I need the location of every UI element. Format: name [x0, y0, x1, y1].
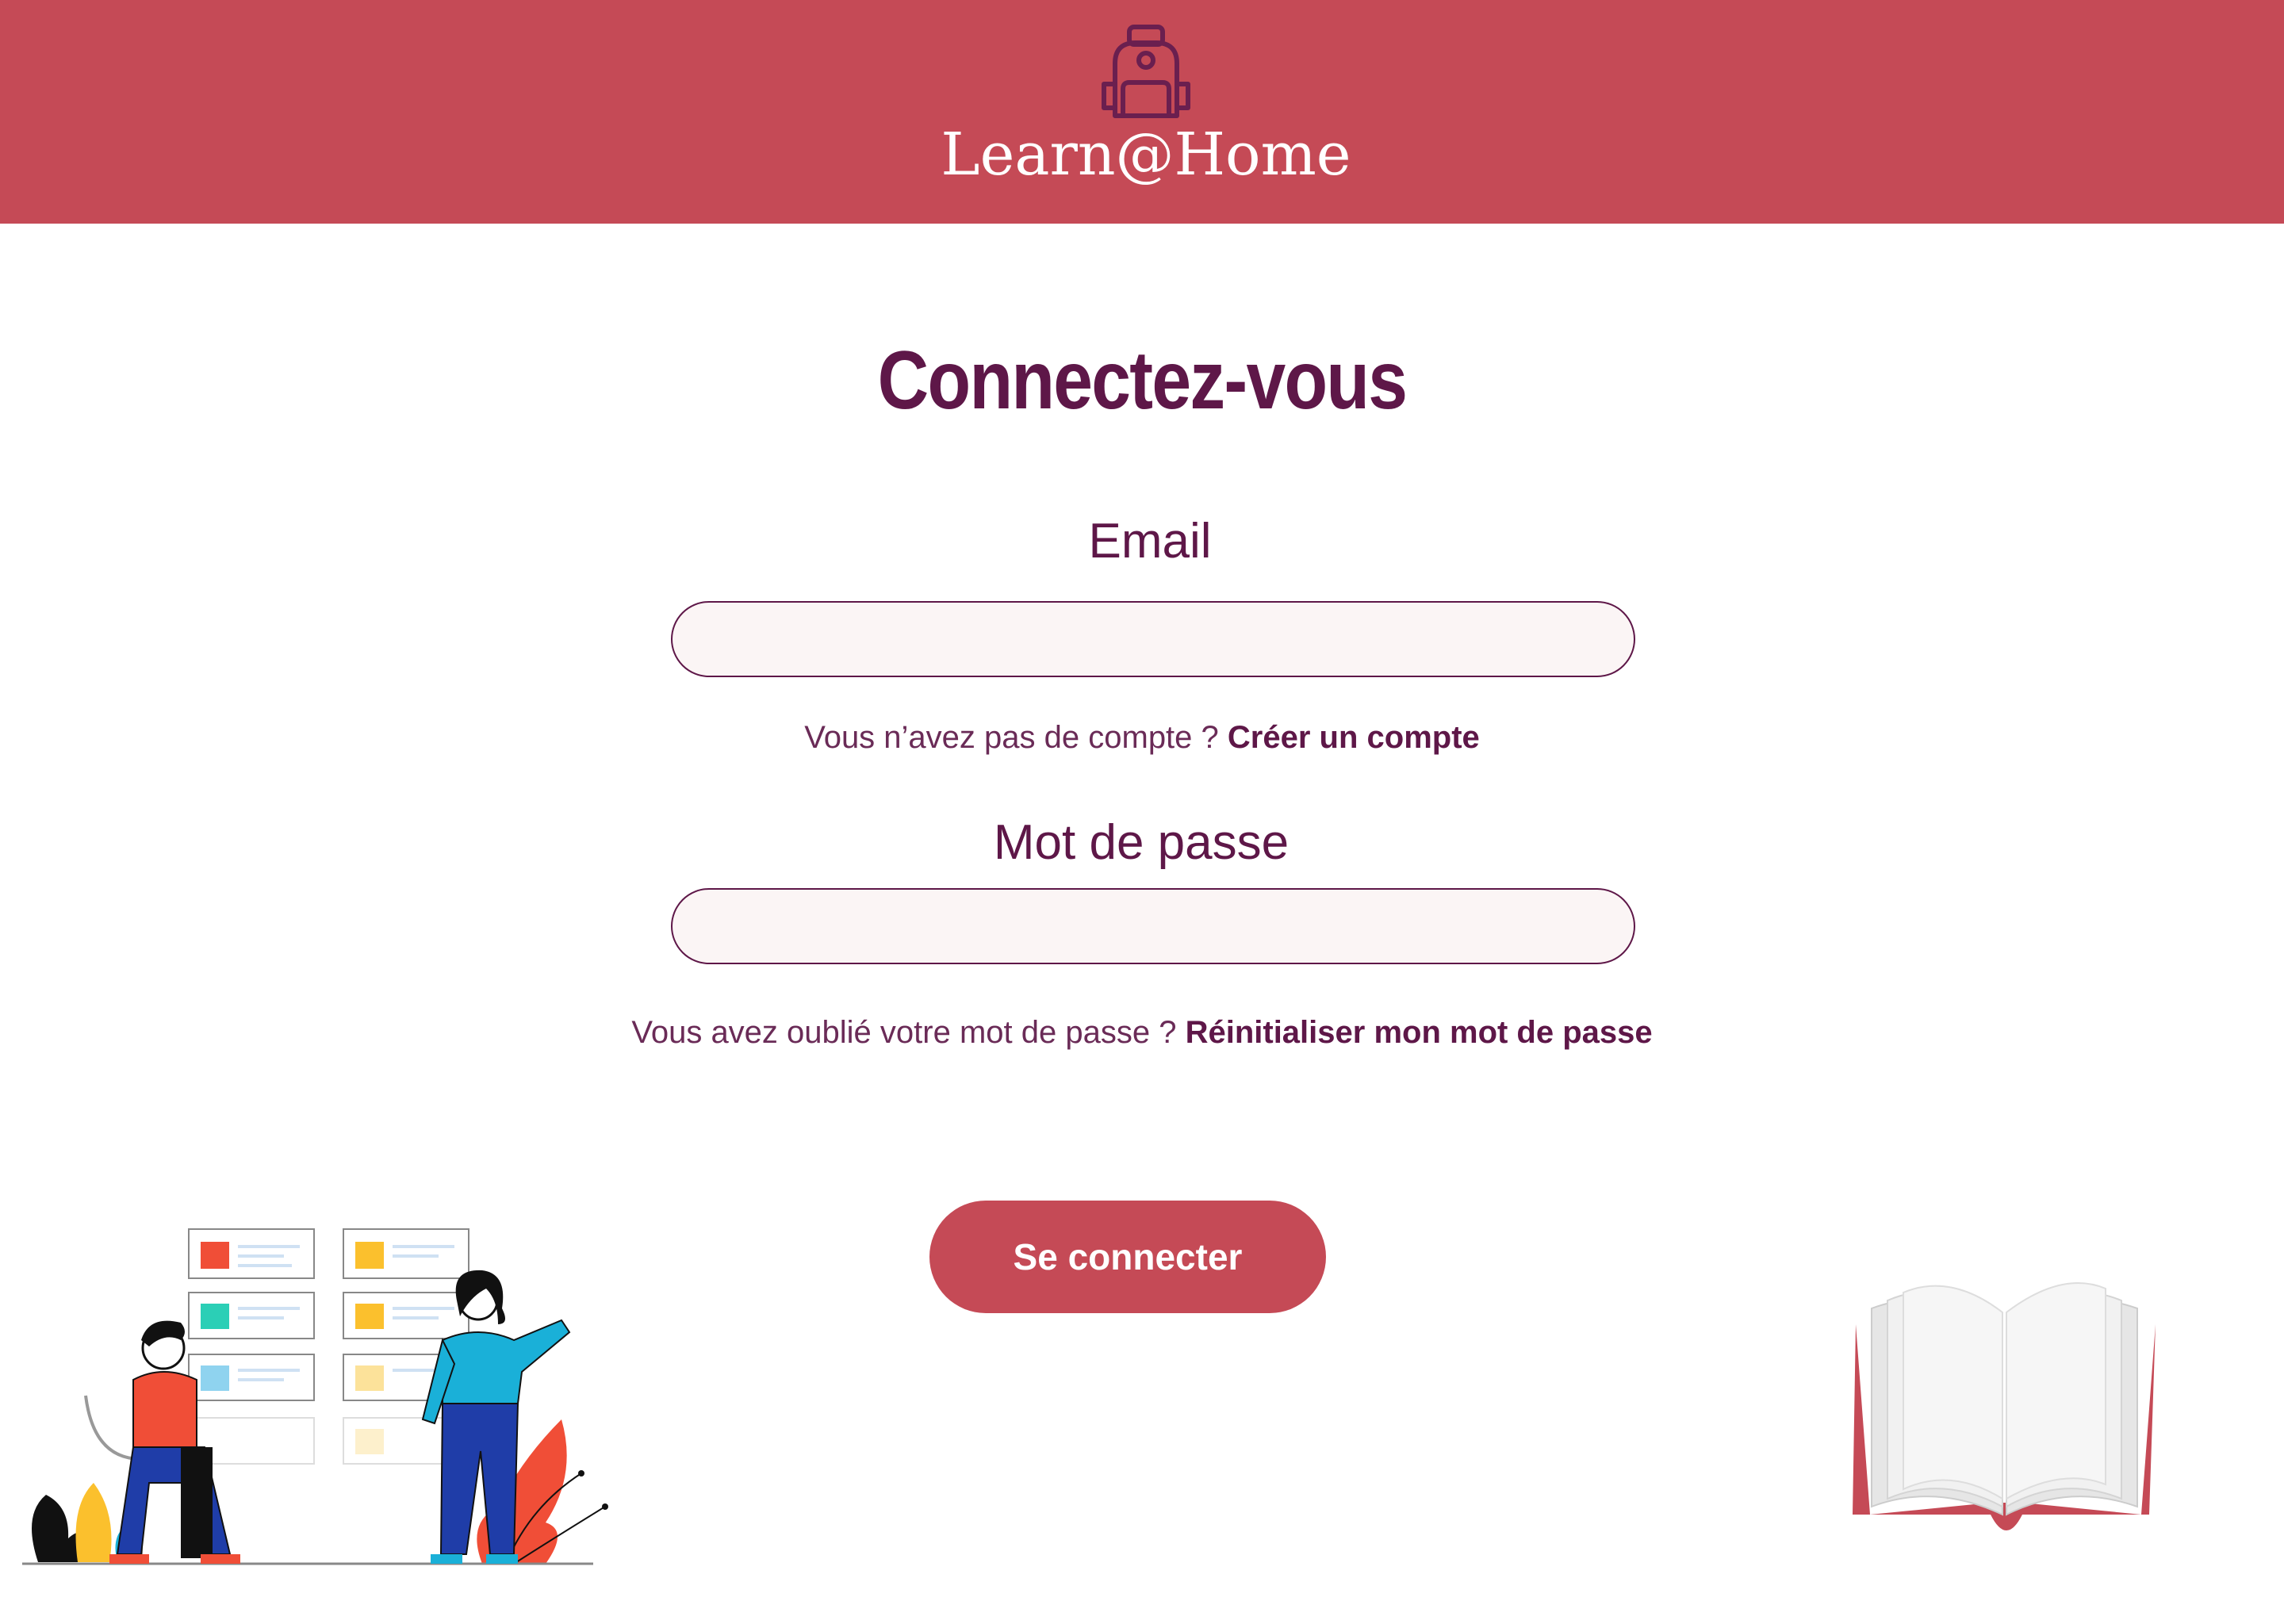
create-account-link[interactable]: Créer un compte [1228, 720, 1480, 755]
signup-prompt-text: Vous n’avez pas de compte ? [804, 720, 1219, 755]
email-label: Email [1088, 514, 1212, 569]
page-title: Connectez-vous [877, 335, 1408, 427]
open-book-illustration [1853, 1282, 2156, 1530]
app-header: Learn@Home [0, 0, 2284, 224]
reset-prompt-text: Vous avez oublié votre mot de passe ? [631, 1015, 1177, 1050]
backpack-icon [1102, 25, 1190, 118]
password-field[interactable] [671, 888, 1635, 964]
email-field[interactable] [671, 601, 1635, 677]
people-at-board-illustration [22, 1228, 608, 1565]
reset-password-link[interactable]: Réinitialiser mon mot de passe [1186, 1015, 1653, 1050]
signup-prompt: Vous n’avez pas de compte ? Créer un com… [0, 722, 2284, 753]
login-button[interactable]: Se connecter [929, 1201, 1326, 1313]
app-title: Learn@Home [941, 121, 1351, 189]
password-label: Mot de passe [993, 815, 1290, 870]
reset-prompt: Vous avez oublié votre mot de passe ? Ré… [0, 1017, 2284, 1048]
